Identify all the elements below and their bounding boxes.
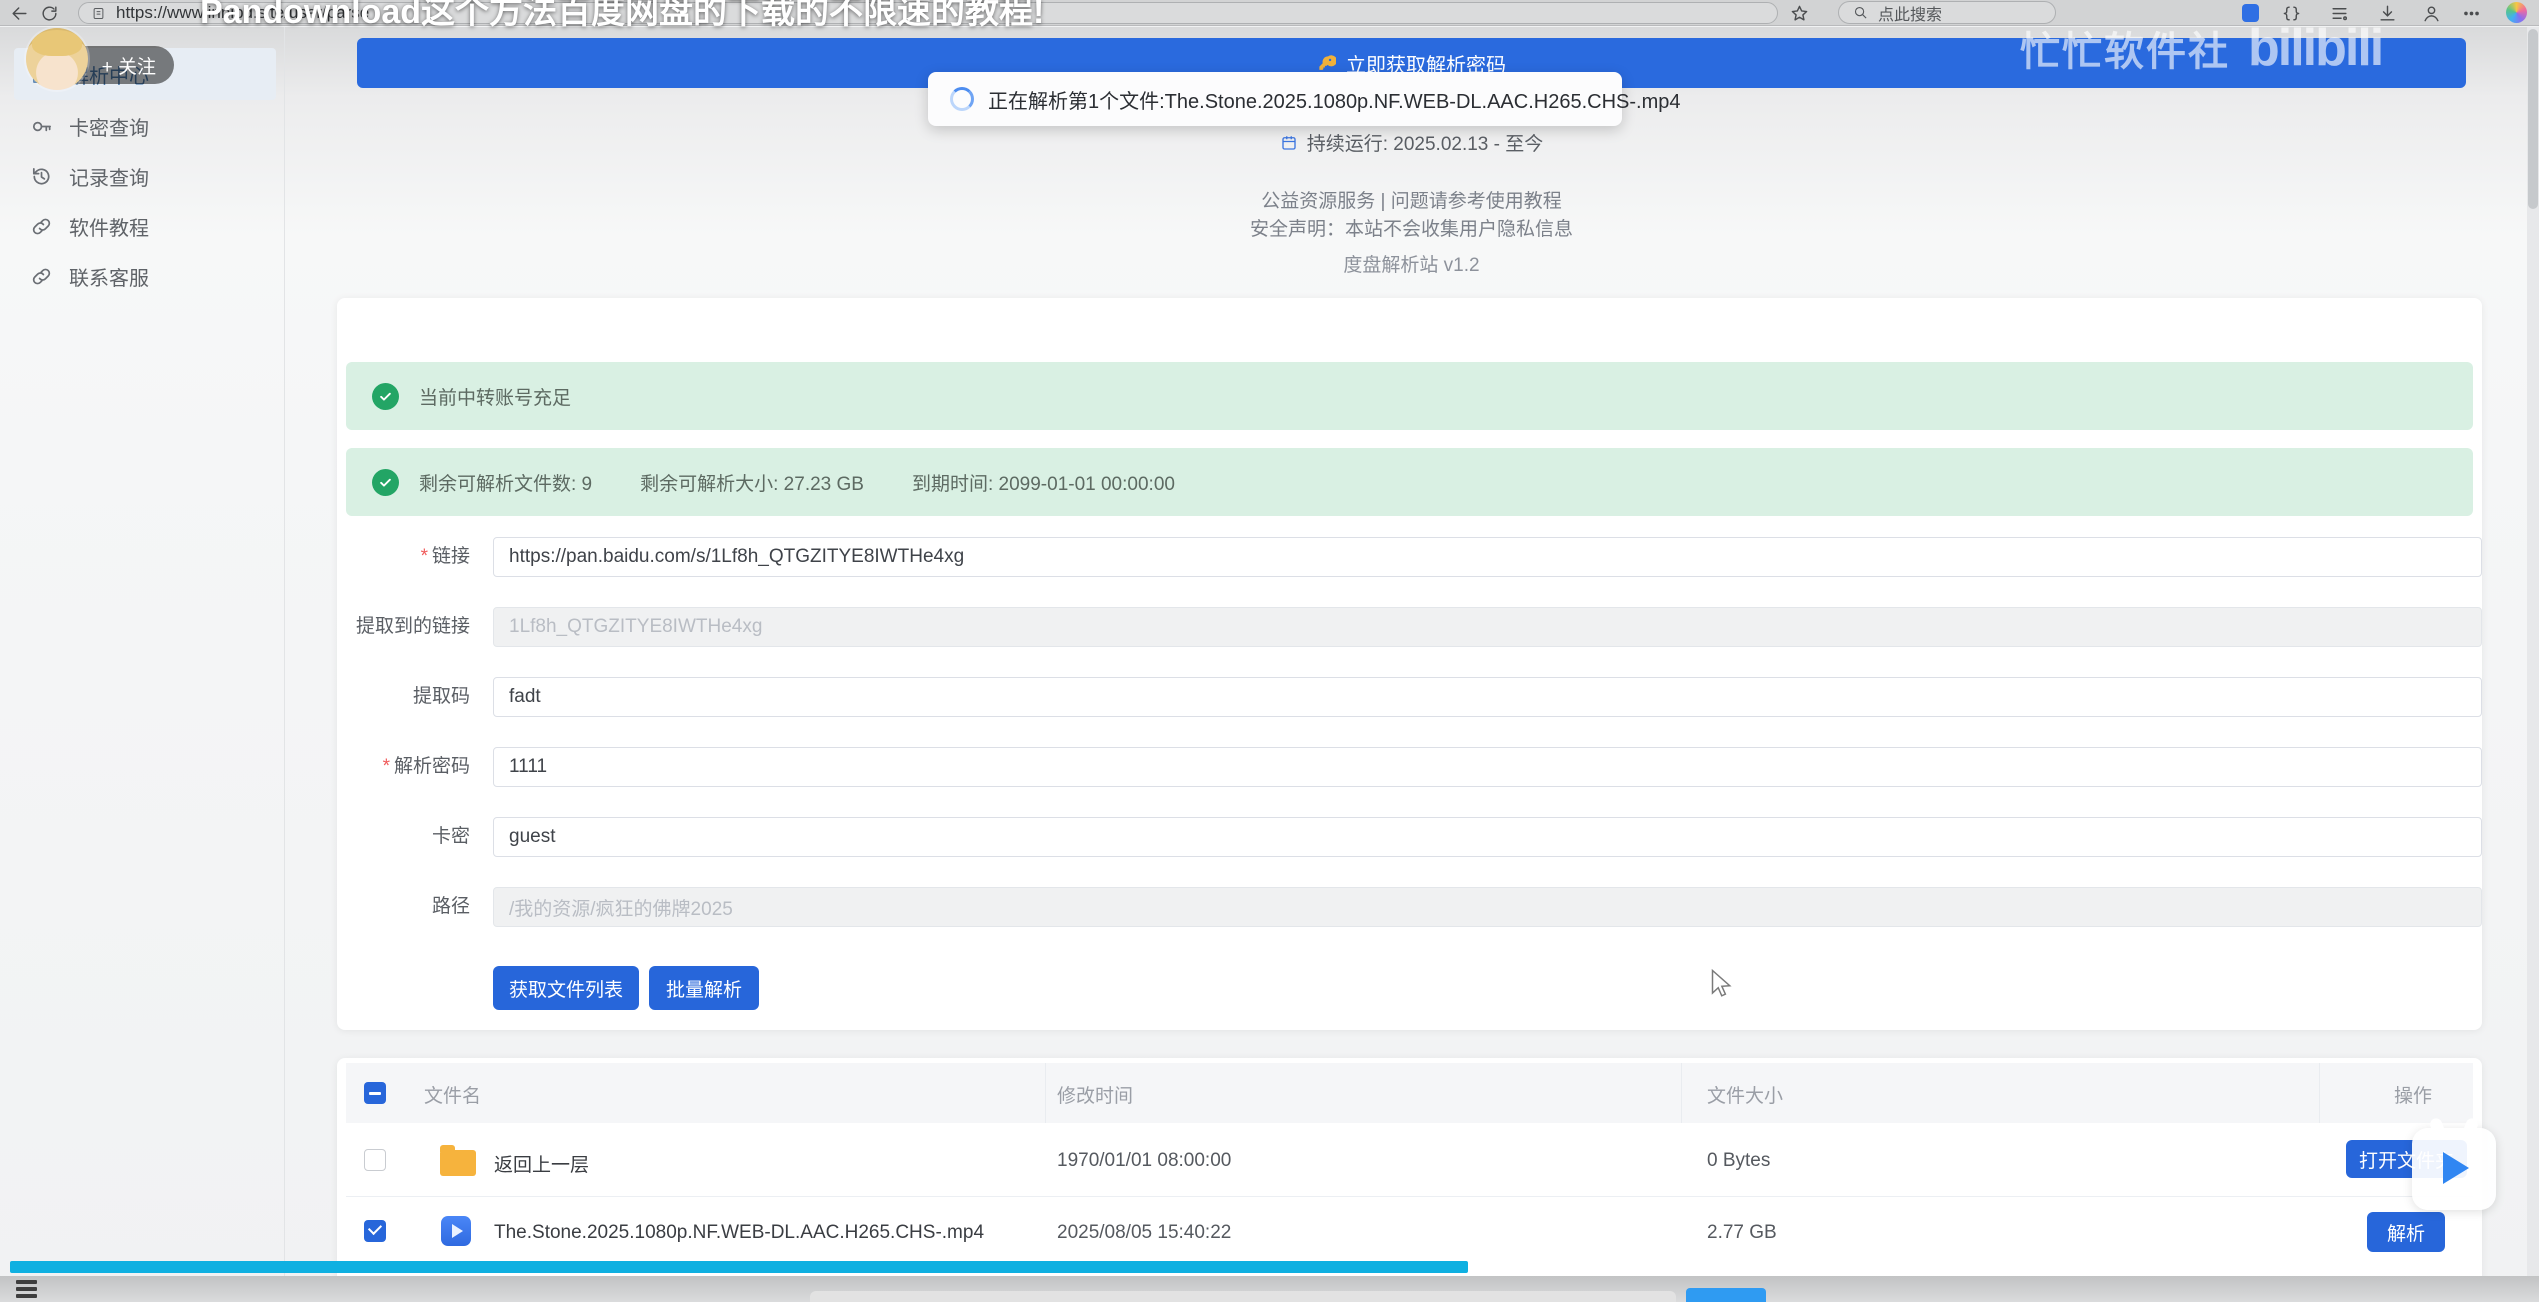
refresh-icon[interactable] bbox=[38, 2, 60, 24]
sidebar-item-label: 软件教程 bbox=[69, 212, 149, 241]
quota-expiry: 到期时间: 2099-01-01 00:00:00 bbox=[912, 469, 1175, 496]
menu-icon[interactable] bbox=[16, 1280, 40, 1300]
browser-scrollbar[interactable] bbox=[2527, 27, 2539, 1302]
col-header-action: 操作 bbox=[2394, 1081, 2432, 1108]
loading-spinner-icon bbox=[950, 87, 974, 111]
row-checkbox[interactable] bbox=[364, 1220, 386, 1242]
extracted-link-input[interactable] bbox=[493, 607, 2482, 647]
path-label: 路径 bbox=[337, 895, 470, 919]
account-status-alert: 当前中转账号充足 bbox=[346, 362, 2473, 430]
sidebar-item-contact-support[interactable]: 联系客服 bbox=[14, 253, 276, 299]
parsing-toast: 正在解析第1个文件:The.Stone.2025.1080p.NF.WEB-DL… bbox=[928, 72, 1622, 126]
row-checkbox[interactable] bbox=[364, 1149, 386, 1171]
check-circle-icon bbox=[372, 383, 399, 410]
site-version: 度盘解析站 v1.2 bbox=[357, 250, 2466, 277]
video-progress-bar[interactable] bbox=[10, 1261, 1468, 1273]
check-circle-icon bbox=[372, 469, 399, 496]
follow-label: + 关注 bbox=[102, 52, 156, 79]
file-mtime: 1970/01/01 08:00:00 bbox=[1057, 1150, 1231, 1172]
key-icon bbox=[1317, 54, 1336, 73]
play-button-overlay[interactable] bbox=[2412, 1128, 2496, 1210]
history-icon bbox=[30, 165, 53, 188]
file-name[interactable]: The.Stone.2025.1080p.NF.WEB-DL.AAC.H265.… bbox=[494, 1222, 984, 1244]
parse-password-input[interactable] bbox=[493, 747, 2482, 787]
col-header-size: 文件大小 bbox=[1707, 1081, 1783, 1108]
info-line-2: 安全声明：本站不会收集用户隐私信息 bbox=[357, 214, 2466, 241]
sidebar-item-card-key-query[interactable]: 卡密查询 bbox=[14, 103, 276, 149]
play-icon bbox=[2443, 1152, 2469, 1184]
player-control-bar bbox=[810, 1291, 1676, 1302]
required-mark: * bbox=[421, 546, 428, 567]
favorite-star-icon[interactable] bbox=[1788, 2, 1810, 24]
card-key-label: 卡密 bbox=[337, 825, 470, 849]
video-title-overlay: Pandownload这个方法百度网盘的下载的不限速的教程! bbox=[200, 0, 1044, 33]
path-input[interactable] bbox=[493, 887, 2482, 927]
alert-text: 当前中转账号充足 bbox=[419, 383, 571, 410]
link-icon bbox=[30, 215, 53, 238]
col-header-mtime: 修改时间 bbox=[1057, 1081, 1133, 1108]
page-info-icon bbox=[91, 6, 106, 21]
uptime-line: 持续运行: 2025.02.13 - 至今 bbox=[357, 129, 2466, 156]
watermark-text: 忙忙软件社 bbox=[2020, 19, 2230, 77]
file-size: 0 Bytes bbox=[1707, 1150, 1770, 1172]
player-control-accent bbox=[1686, 1288, 1766, 1302]
info-line-1: 公益资源服务 | 问题请参考使用教程 bbox=[357, 186, 2466, 213]
file-name[interactable]: 返回上一层 bbox=[494, 1150, 589, 1177]
sidebar-item-software-tutorial[interactable]: 软件教程 bbox=[14, 203, 276, 249]
batch-parse-button[interactable]: 批量解析 bbox=[649, 966, 759, 1010]
bilibili-logo: bilibili bbox=[2248, 18, 2382, 78]
file-size: 2.77 GB bbox=[1707, 1222, 1777, 1244]
watermark: 忙忙软件社 bilibili bbox=[2020, 16, 2539, 80]
get-file-list-button[interactable]: 获取文件列表 bbox=[493, 966, 639, 1010]
table-header: 文件名 修改时间 文件大小 操作 bbox=[346, 1063, 2473, 1123]
extract-code-label: 提取码 bbox=[337, 685, 470, 709]
sidebar-item-label: 记录查询 bbox=[69, 162, 149, 191]
quota-status-alert: 剩余可解析文件数: 9 剩余可解析大小: 27.23 GB 到期时间: 2099… bbox=[346, 448, 2473, 516]
card-key-input[interactable] bbox=[493, 817, 2482, 857]
toast-text: 正在解析第1个文件:The.Stone.2025.1080p.NF.WEB-DL… bbox=[988, 85, 1680, 114]
video-file-icon bbox=[441, 1216, 471, 1246]
calendar-icon bbox=[1280, 134, 1298, 152]
sidebar: 解析中心 卡密查询 记录查询 软件教程 联系客服 bbox=[0, 27, 285, 1302]
sidebar-item-label: 联系客服 bbox=[69, 262, 149, 291]
key-icon bbox=[30, 115, 53, 138]
parse-button[interactable]: 解析 bbox=[2367, 1212, 2445, 1252]
parse-password-label: *解析密码 bbox=[337, 755, 470, 779]
quota-files: 剩余可解析文件数: 9 bbox=[419, 469, 592, 496]
sidebar-item-label: 卡密查询 bbox=[69, 112, 149, 141]
file-mtime: 2025/08/05 15:40:22 bbox=[1057, 1222, 1231, 1244]
link-input[interactable] bbox=[493, 537, 2482, 577]
mouse-cursor bbox=[1705, 968, 1735, 998]
folder-icon bbox=[440, 1150, 476, 1176]
extracted-link-label: 提取到的链接 bbox=[337, 615, 470, 639]
sidebar-item-record-query[interactable]: 记录查询 bbox=[14, 153, 276, 199]
uploader-avatar[interactable] bbox=[26, 28, 88, 90]
col-header-name: 文件名 bbox=[424, 1081, 481, 1108]
quota-size: 剩余可解析大小: 27.23 GB bbox=[640, 469, 864, 496]
link-label: *链接 bbox=[337, 545, 470, 569]
parse-form-card: 当前中转账号充足 剩余可解析文件数: 9 剩余可解析大小: 27.23 GB 到… bbox=[337, 298, 2482, 1030]
screen: https://www.innibd.site/user/parse 点此搜索 bbox=[0, 0, 2539, 1302]
select-all-checkbox[interactable] bbox=[364, 1082, 386, 1104]
link-icon bbox=[30, 265, 53, 288]
uptime-text: 持续运行: 2025.02.13 - 至今 bbox=[1307, 129, 1544, 156]
extract-code-input[interactable] bbox=[493, 677, 2482, 717]
back-icon[interactable] bbox=[8, 2, 30, 24]
search-icon bbox=[1853, 5, 1868, 20]
search-placeholder: 点此搜索 bbox=[1878, 1, 1942, 25]
table-row: 返回上一层 1970/01/01 08:00:00 0 Bytes 打开文件夹 bbox=[346, 1123, 2473, 1197]
required-mark: * bbox=[383, 756, 390, 777]
